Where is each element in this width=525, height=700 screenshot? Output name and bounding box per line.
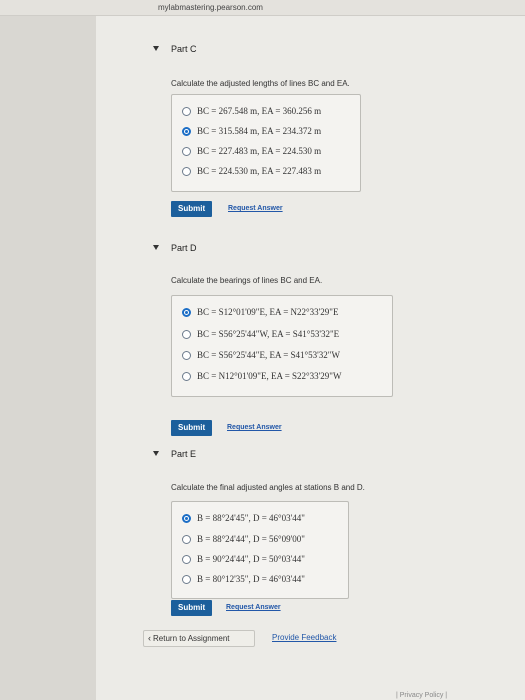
return-label: Return to Assignment	[153, 634, 230, 643]
choice-label: BC = 315.584 m, EA = 234.372 m	[197, 126, 322, 136]
choice-1[interactable]: B = 88°24'45", D = 46°03'44"	[182, 512, 382, 526]
part-d-header[interactable]: Part D	[96, 243, 296, 257]
return-to-assignment-button[interactable]: ‹ Return to Assignment	[143, 630, 255, 647]
choice-2[interactable]: BC = S56°25'44"W, EA = S41°53'32"E	[182, 328, 382, 342]
question-text: Calculate the bearings of lines BC and E…	[171, 276, 323, 285]
chevron-left-icon: ‹	[148, 633, 151, 643]
question-text: Calculate the adjusted lengths of lines …	[171, 79, 350, 88]
choice-label: BC = S56°25'44"W, EA = S41°53'32"E	[197, 329, 340, 339]
caret-down-icon	[153, 245, 159, 250]
choice-2[interactable]: B = 88°24'44", D = 56°09'00"	[182, 533, 382, 547]
choice-label: B = 80°12'35", D = 46°03'44"	[197, 574, 305, 584]
radio-selected-icon[interactable]	[182, 127, 191, 136]
part-title: Part C	[171, 44, 197, 54]
choice-1[interactable]: BC = 267.548 m, EA = 360.256 m	[182, 105, 382, 119]
radio-icon[interactable]	[182, 107, 191, 116]
choice-4[interactable]: BC = 224.530 m, EA = 227.483 m	[182, 165, 382, 179]
choice-label: BC = 227.483 m, EA = 224.530 m	[197, 146, 322, 156]
provide-feedback-link[interactable]: Provide Feedback	[272, 633, 336, 642]
answer-choices: BC = 267.548 m, EA = 360.256 m BC = 315.…	[171, 94, 361, 192]
assignment-page: Part C Calculate the adjusted lengths of…	[96, 16, 525, 700]
choice-label: B = 90°24'44", D = 50°03'44"	[197, 554, 305, 564]
choice-label: B = 88°24'45", D = 46°03'44"	[197, 513, 305, 523]
choice-3[interactable]: BC = S56°25'44"E, EA = S41°53'32"W	[182, 349, 382, 363]
choice-4[interactable]: BC = N12°01'09"E, EA = S22°33'29"W	[182, 370, 382, 384]
radio-icon[interactable]	[182, 330, 191, 339]
choice-3[interactable]: BC = 227.483 m, EA = 224.530 m	[182, 145, 382, 159]
choice-3[interactable]: B = 90°24'44", D = 50°03'44"	[182, 553, 382, 567]
choice-4[interactable]: B = 80°12'35", D = 46°03'44"	[182, 573, 382, 587]
choice-label: BC = N12°01'09"E, EA = S22°33'29"W	[197, 371, 342, 381]
part-c-header[interactable]: Part C	[96, 44, 296, 58]
choice-label: BC = S12°01'09"E, EA = N22°33'29"E	[197, 307, 339, 317]
choice-label: B = 88°24'44", D = 56°09'00"	[197, 534, 305, 544]
part-title: Part D	[171, 243, 197, 253]
part-e-header[interactable]: Part E	[96, 449, 296, 463]
url-text[interactable]: mylabmastering.pearson.com	[158, 3, 263, 12]
radio-icon[interactable]	[182, 147, 191, 156]
part-e: Part E Calculate the final adjusted angl…	[96, 449, 525, 629]
radio-selected-icon[interactable]	[182, 514, 191, 523]
request-answer-link[interactable]: Request Answer	[226, 604, 281, 611]
part-d: Part D Calculate the bearings of lines B…	[96, 243, 525, 436]
radio-icon[interactable]	[182, 167, 191, 176]
answer-choices: BC = S12°01'09"E, EA = N22°33'29"E BC = …	[171, 295, 393, 397]
radio-icon[interactable]	[182, 351, 191, 360]
browser-address-bar: mylabmastering.pearson.com	[0, 0, 525, 16]
submit-button[interactable]: Submit	[171, 420, 213, 436]
caret-down-icon	[153, 46, 159, 51]
radio-icon[interactable]	[182, 535, 191, 544]
radio-icon[interactable]	[182, 372, 191, 381]
choice-1[interactable]: BC = S12°01'09"E, EA = N22°33'29"E	[182, 306, 382, 320]
radio-icon[interactable]	[182, 575, 191, 584]
request-answer-link[interactable]: Request Answer	[227, 424, 282, 431]
privacy-policy-link[interactable]: | Privacy Policy |	[396, 692, 447, 699]
part-title: Part E	[171, 449, 197, 459]
radio-icon[interactable]	[182, 555, 191, 564]
part-c: Part C Calculate the adjusted lengths of…	[96, 44, 525, 224]
answer-choices: B = 88°24'45", D = 46°03'44" B = 88°24'4…	[171, 501, 349, 599]
submit-button[interactable]: Submit	[171, 201, 213, 217]
submit-button[interactable]: Submit	[171, 600, 213, 616]
choice-label: BC = 224.530 m, EA = 227.483 m	[197, 166, 322, 176]
radio-selected-icon[interactable]	[182, 308, 191, 317]
choice-2[interactable]: BC = 315.584 m, EA = 234.372 m	[182, 125, 382, 139]
question-text: Calculate the final adjusted angles at s…	[171, 483, 365, 492]
caret-down-icon	[153, 451, 159, 456]
choice-label: BC = S56°25'44"E, EA = S41°53'32"W	[197, 350, 340, 360]
choice-label: BC = 267.548 m, EA = 360.256 m	[197, 106, 322, 116]
request-answer-link[interactable]: Request Answer	[228, 205, 283, 212]
